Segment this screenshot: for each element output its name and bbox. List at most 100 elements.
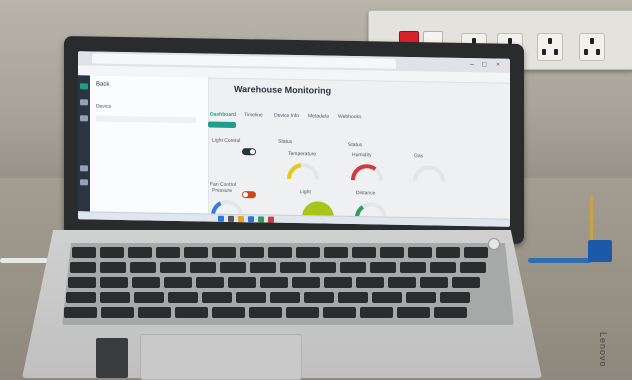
keyboard-key[interactable] (323, 307, 356, 318)
minimize-icon[interactable]: – (470, 61, 474, 69)
light-toggle[interactable] (242, 148, 256, 156)
app-icon[interactable] (268, 216, 274, 223)
keyboard-key[interactable] (356, 277, 384, 288)
keyboard-key[interactable] (352, 247, 376, 258)
keyboard-key[interactable] (380, 247, 404, 258)
browser-tab[interactable] (272, 56, 336, 68)
browser-tab[interactable] (332, 57, 396, 69)
keyboard-key[interactable] (440, 292, 470, 303)
keyboard-key[interactable] (156, 247, 180, 258)
keyboard-key[interactable] (270, 292, 300, 303)
keyboard-key[interactable] (164, 277, 192, 288)
keyboard-key[interactable] (184, 247, 208, 258)
keyboard-key[interactable] (212, 307, 245, 318)
keyboard-key[interactable] (296, 247, 320, 258)
keyboard-key[interactable] (175, 307, 208, 318)
gauge-label: Gas (414, 153, 424, 160)
keyboard-key[interactable] (406, 292, 436, 303)
keyboard-key[interactable] (338, 292, 368, 303)
keyboard-key[interactable] (101, 307, 134, 318)
gauge-label: Humidity (352, 152, 372, 159)
keyboard-key[interactable] (160, 262, 186, 273)
keyboard-key[interactable] (434, 307, 467, 318)
rail-icon[interactable] (80, 99, 88, 106)
keyboard-key[interactable] (280, 262, 306, 273)
keyboard-key[interactable] (190, 262, 216, 273)
keyboard-key[interactable] (340, 262, 366, 273)
keyboard-key[interactable] (228, 277, 256, 288)
keyboard-key[interactable] (100, 247, 124, 258)
touchpad[interactable] (140, 334, 302, 380)
keyboard-key[interactable] (138, 307, 171, 318)
keyboard-key[interactable] (212, 247, 236, 258)
keyboard-key[interactable] (100, 262, 126, 273)
fan-toggle[interactable] (242, 191, 256, 199)
close-icon[interactable]: × (496, 62, 500, 70)
device-list-item[interactable] (96, 115, 196, 124)
keyboard-key[interactable] (360, 307, 393, 318)
app-icon[interactable] (258, 216, 264, 223)
keyboard-key[interactable] (250, 262, 276, 273)
search-icon[interactable] (228, 215, 234, 222)
rail-icon[interactable] (80, 83, 88, 90)
power-icon[interactable] (488, 238, 500, 250)
browser-icon[interactable] (248, 216, 254, 223)
keyboard-key[interactable] (310, 262, 336, 273)
keyboard-key[interactable] (370, 262, 396, 273)
keyboard-key[interactable] (100, 277, 128, 288)
keyboard-key[interactable] (236, 292, 266, 303)
keyboard-key[interactable] (388, 277, 416, 288)
keyboard-key[interactable] (260, 277, 288, 288)
keyboard-key[interactable] (324, 247, 348, 258)
keyboard-key[interactable] (72, 247, 96, 258)
keyboard-key[interactable] (420, 277, 448, 288)
rail-icon[interactable] (80, 179, 88, 186)
rail-icon[interactable] (80, 165, 88, 172)
browser-tab[interactable] (152, 54, 216, 66)
browser-tab[interactable] (92, 53, 156, 65)
keyboard-key[interactable] (128, 247, 152, 258)
keyboard-key[interactable] (400, 262, 426, 273)
keyboard-key[interactable] (240, 247, 264, 258)
keyboard-key[interactable] (130, 262, 156, 273)
keyboard-key[interactable] (68, 277, 96, 288)
keyboard-key[interactable] (249, 307, 282, 318)
rail-icon[interactable] (80, 115, 88, 122)
keyboard-key[interactable] (202, 292, 232, 303)
tab-dashboard[interactable]: Dashboard (210, 112, 236, 118)
keyboard-key[interactable] (460, 262, 486, 273)
tab-webhooks[interactable]: Webhooks (338, 114, 362, 120)
keyboard-key[interactable] (268, 247, 292, 258)
sticker (96, 338, 128, 378)
keyboard-key[interactable] (196, 277, 224, 288)
back-link[interactable]: Back (96, 82, 109, 88)
maximize-icon[interactable]: □ (482, 61, 486, 69)
keyboard-key[interactable] (304, 292, 334, 303)
keyboard-key[interactable] (324, 277, 352, 288)
windows-icon[interactable] (218, 215, 224, 222)
keyboard-key[interactable] (132, 277, 160, 288)
tab-metadata[interactable]: Metadata (308, 113, 329, 119)
keyboard-key[interactable] (134, 292, 164, 303)
usb-cable (528, 258, 592, 263)
keyboard-key[interactable] (464, 247, 488, 258)
keyboard-key[interactable] (372, 292, 402, 303)
keyboard-key[interactable] (430, 262, 456, 273)
sidebar-device-label[interactable]: Device (96, 104, 111, 110)
keyboard-key[interactable] (292, 277, 320, 288)
keyboard-key[interactable] (64, 307, 97, 318)
keyboard-key[interactable] (100, 292, 130, 303)
tab-device-info[interactable]: Device Info (274, 113, 299, 119)
tab-timeline[interactable]: Timeline (244, 112, 263, 118)
browser-tab[interactable] (212, 55, 276, 67)
keyboard-key[interactable] (66, 292, 96, 303)
folder-icon[interactable] (238, 216, 244, 223)
keyboard-key[interactable] (70, 262, 96, 273)
keyboard-key[interactable] (168, 292, 198, 303)
keyboard-key[interactable] (286, 307, 319, 318)
keyboard-key[interactable] (452, 277, 480, 288)
keyboard-key[interactable] (408, 247, 432, 258)
keyboard-key[interactable] (220, 262, 246, 273)
keyboard-key[interactable] (436, 247, 460, 258)
keyboard-key[interactable] (397, 307, 430, 318)
